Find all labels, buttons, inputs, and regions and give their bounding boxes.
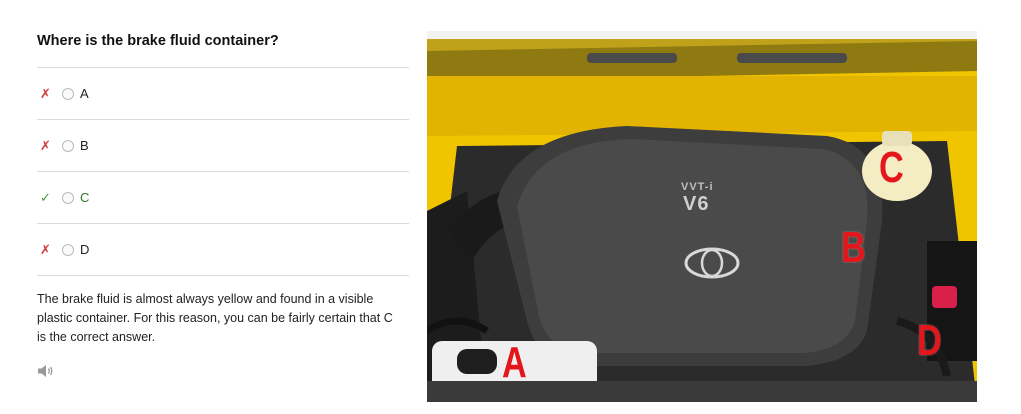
answer-option-c[interactable]: ✓ C [37,171,409,223]
radio-button[interactable] [62,87,74,100]
engine-bay-image: VVT-i V6 A B C D [427,31,977,402]
answer-option-a[interactable]: ✗ A [37,67,409,119]
image-label-d: D [917,316,942,365]
answer-list: ✗ A ✗ B ✓ C ✗ D [37,67,409,276]
answer-label: B [80,138,89,153]
answer-option-b[interactable]: ✗ B [37,119,409,171]
wrong-mark-icon: ✗ [40,241,51,257]
wrong-mark-icon: ✗ [40,137,51,153]
radio-button[interactable] [62,139,74,152]
wrong-mark-icon: ✗ [40,85,51,101]
correct-mark-icon: ✓ [40,189,51,205]
engine-cover-text: V6 [683,193,710,215]
explanation-text: The brake fluid is almost always yellow … [37,292,393,344]
answer-option-d[interactable]: ✗ D [37,223,409,276]
engine-cover-text: VVT-i [681,181,714,193]
radio-button[interactable] [62,243,74,256]
answer-label: A [80,86,89,101]
answer-label: C [80,190,90,205]
image-label-a: A [502,338,527,387]
image-label-c: C [879,143,904,192]
answer-label: D [80,242,90,257]
speaker-icon[interactable] [37,364,55,383]
radio-button[interactable] [62,191,74,204]
question-text: Where is the brake fluid container? [37,33,279,49]
image-label-b: B [841,223,866,272]
